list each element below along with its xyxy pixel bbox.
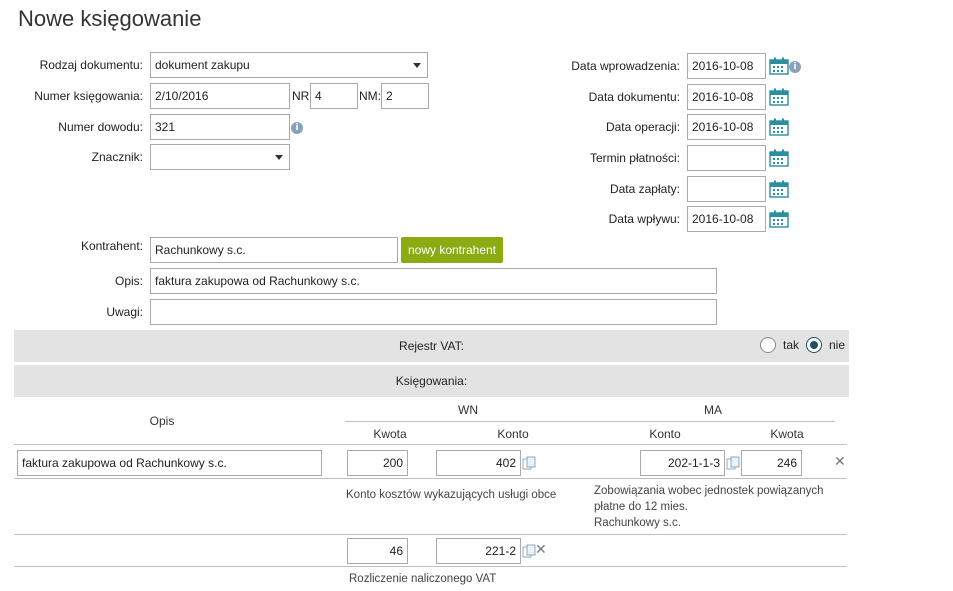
- calendar-icon[interactable]: [769, 88, 789, 106]
- numer-dowodu-input[interactable]: 321: [150, 114, 290, 140]
- col-wn-header: WN: [458, 403, 478, 417]
- vat-radio-tak[interactable]: [760, 337, 776, 353]
- termin-platnosci-input[interactable]: [687, 145, 766, 171]
- close-icon[interactable]: ✕: [535, 543, 547, 557]
- data-wplywu-label: Data wpływu:: [608, 212, 680, 226]
- ksiegowania-bar: Księgowania:: [14, 365, 849, 397]
- copy-account-icon[interactable]: [522, 544, 536, 558]
- calendar-icon[interactable]: [769, 180, 789, 198]
- calendar-icon[interactable]: [769, 57, 789, 75]
- data-wprowadzenia-label: Data wprowadzenia:: [571, 59, 680, 73]
- znacznik-label: Znacznik:: [91, 150, 143, 164]
- row1-wn-konto-desc: Konto kosztów wykazujących usługi obce: [346, 489, 557, 501]
- vat-tak-label: tak: [783, 338, 800, 352]
- divider: [14, 566, 847, 567]
- divider: [14, 478, 847, 479]
- data-wplywu-input[interactable]: 2016-10-08: [687, 206, 766, 232]
- copy-account-icon[interactable]: [726, 456, 740, 470]
- rodzaj-select[interactable]: dokument zakupu: [150, 52, 428, 78]
- nm-input[interactable]: 2: [381, 83, 429, 109]
- col-ma-konto-header: Konto: [649, 427, 681, 441]
- uwagi-input[interactable]: [150, 299, 717, 325]
- vat-radio-nie[interactable]: [806, 337, 822, 353]
- data-dokumentu-input[interactable]: 2016-10-08: [687, 84, 766, 110]
- numer-ksiegowania-label: Numer księgowania:: [34, 89, 143, 103]
- row1-ma-kwota-input[interactable]: 246: [741, 450, 802, 476]
- info-icon[interactable]: i: [789, 61, 801, 73]
- row1-ma-konto-input[interactable]: 202-1-1-3: [640, 450, 725, 476]
- znacznik-select[interactable]: [150, 144, 290, 170]
- data-zaplaty-label: Data zapłaty:: [609, 182, 680, 196]
- col-wn-konto-header: Konto: [497, 427, 529, 441]
- nr-input[interactable]: 4: [310, 83, 358, 109]
- rodzaj-value: dokument zakupu: [155, 58, 250, 72]
- vat-register-bar: Rejestr VAT: tak nie: [14, 330, 849, 362]
- col-ma-header: MA: [704, 403, 722, 417]
- kontrahent-label: Kontrahent:: [80, 239, 143, 253]
- termin-platnosci-label: Termin płatności:: [589, 151, 680, 165]
- row2-wn-konto-desc: Rozliczenie naliczonego VAT: [349, 573, 497, 585]
- calendar-icon[interactable]: [769, 118, 789, 136]
- divider: [345, 421, 835, 422]
- vat-nie-label: nie: [829, 338, 846, 352]
- calendar-icon[interactable]: [769, 149, 789, 167]
- row1-opis-input[interactable]: faktura zakupowa od Rachunkowy s.c.: [17, 450, 322, 476]
- nowy-kontrahent-button[interactable]: nowy kontrahent: [401, 237, 503, 263]
- data-operacji-label: Data operacji:: [605, 120, 680, 134]
- row1-ma-kontrahent: Rachunkowy s.c.: [594, 517, 681, 529]
- row1-wn-kwota-input[interactable]: 200: [347, 450, 408, 476]
- kontrahent-input[interactable]: Rachunkowy s.c.: [150, 237, 398, 263]
- row2-wn-kwota-input[interactable]: 46: [347, 538, 408, 564]
- numer-ksiegowania-input[interactable]: 2/10/2016: [150, 83, 290, 109]
- nr-label: NR:: [292, 89, 313, 103]
- row2-wn-konto-input[interactable]: 221-2: [436, 538, 521, 564]
- data-dokumentu-label: Data dokumentu:: [588, 90, 680, 104]
- uwagi-label: Uwagi:: [106, 305, 143, 319]
- data-operacji-input[interactable]: 2016-10-08: [687, 114, 766, 140]
- copy-account-icon[interactable]: [522, 456, 536, 470]
- opis-input[interactable]: faktura zakupowa od Rachunkowy s.c.: [150, 268, 717, 294]
- col-opis-header: Opis: [149, 414, 175, 428]
- data-zaplaty-input[interactable]: [687, 176, 766, 202]
- row1-ma-konto-desc-2: płatne do 12 mies.: [594, 501, 688, 513]
- page-title: Nowe księgowanie: [18, 6, 202, 31]
- calendar-icon[interactable]: [769, 210, 789, 228]
- row1-wn-konto-input[interactable]: 402: [436, 450, 521, 476]
- row1-ma-konto-desc-1: Zobowiązania wobec jednostek powiązanych: [594, 485, 824, 497]
- rodzaj-label: Rodzaj dokumentu:: [39, 58, 143, 72]
- col-wn-kwota-header: Kwota: [373, 427, 407, 441]
- opis-label: Opis:: [114, 274, 143, 288]
- data-wprowadzenia-input[interactable]: 2016-10-08: [687, 53, 766, 79]
- divider: [14, 534, 847, 535]
- col-ma-kwota-header: Kwota: [770, 427, 804, 441]
- close-icon[interactable]: ✕: [834, 455, 846, 469]
- nm-label: NM:: [359, 89, 381, 103]
- numer-dowodu-label: Numer dowodu:: [58, 120, 143, 134]
- ksiegowania-label: Księgowania:: [395, 374, 468, 388]
- info-icon[interactable]: i: [291, 122, 303, 134]
- vat-register-label: Rejestr VAT:: [399, 339, 464, 353]
- divider: [14, 444, 847, 445]
